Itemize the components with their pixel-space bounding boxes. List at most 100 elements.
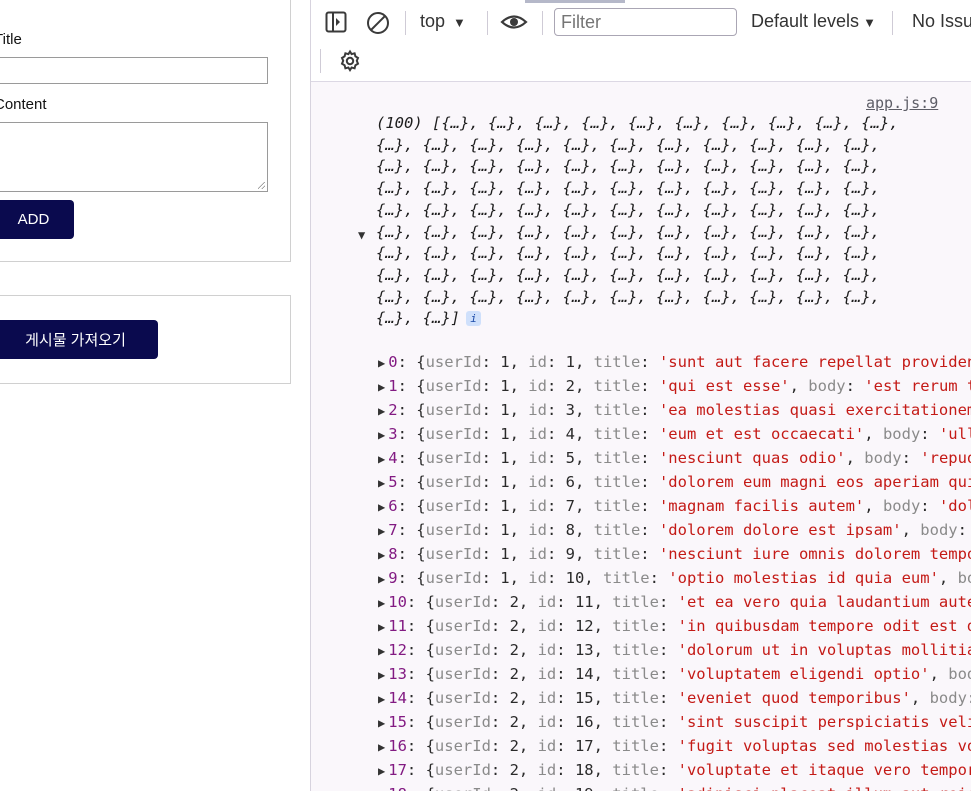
entry-index: 9: [388, 569, 398, 587]
console-entry-row[interactable]: ▶ 14: {userId: 2, id: 15, title: 'eveniet…: [378, 686, 971, 710]
expand-triangle-icon[interactable]: ▶: [378, 524, 385, 538]
value-id: 17: [574, 737, 594, 755]
value-title: 'eveniet quod temporibus': [677, 689, 911, 707]
key-body: body: [920, 521, 958, 539]
punctuation: :: [481, 545, 501, 563]
value-userId: 2: [509, 641, 519, 659]
value-title: 'dolorum ut in voluptas mollitia et saep…: [677, 641, 971, 659]
collapse-triangle-icon[interactable]: ▼: [358, 228, 365, 242]
expand-triangle-icon[interactable]: ▶: [378, 476, 385, 490]
source-link[interactable]: app.js:9: [866, 94, 938, 112]
expand-triangle-icon[interactable]: ▶: [378, 692, 385, 706]
expand-triangle-icon[interactable]: ▶: [378, 452, 385, 466]
console-entry-row[interactable]: ▶ 11: {userId: 2, id: 12, title: 'in quib…: [378, 614, 971, 638]
punctuation: ,: [509, 401, 529, 419]
punctuation: ,: [509, 545, 529, 563]
expand-triangle-icon[interactable]: ▶: [378, 764, 385, 778]
toolbar-separator: [320, 49, 321, 73]
expand-triangle-icon[interactable]: ▶: [378, 716, 385, 730]
console-entry-row[interactable]: ▶ 10: {userId: 2, id: 11, title: 'et ea v…: [378, 590, 971, 614]
key-userId: userId: [435, 785, 491, 791]
title-input[interactable]: [0, 57, 268, 84]
console-entry-row[interactable]: ▶ 16: {userId: 2, id: 17, title: 'fugit v…: [378, 734, 971, 758]
punctuation: ,: [594, 785, 613, 791]
punctuation: ,: [518, 689, 538, 707]
console-entry-row[interactable]: ▶ 8: {userId: 1, id: 9, title: 'nesciunt …: [378, 542, 971, 566]
clear-console-icon[interactable]: [366, 11, 390, 40]
expand-triangle-icon[interactable]: ▶: [378, 668, 385, 682]
console-entry-row[interactable]: ▶ 3: {userId: 1, id: 4, title: 'eum et es…: [378, 422, 971, 446]
content-label: Content: [0, 96, 47, 113]
entry-index: 3: [388, 425, 398, 443]
expand-triangle-icon[interactable]: ▶: [378, 356, 385, 370]
punctuation: :: [658, 641, 678, 659]
console-entry-row[interactable]: ▶ 9: {userId: 1, id: 10, title: 'optio mo…: [378, 566, 971, 590]
expand-triangle-icon[interactable]: ▶: [378, 572, 385, 586]
expand-triangle-icon[interactable]: ▶: [378, 380, 385, 394]
punctuation: :: [546, 353, 566, 371]
entry-index: 15: [388, 713, 407, 731]
punctuation: ,: [574, 497, 594, 515]
sidebar-toggle-icon[interactable]: [325, 11, 347, 38]
expand-triangle-icon[interactable]: ▶: [378, 644, 385, 658]
console-entry-row[interactable]: ▶ 15: {userId: 2, id: 16, title: 'sint su…: [378, 710, 971, 734]
array-summary[interactable]: (100) [{…}, {…}, {…}, {…}, {…}, {…}, {…}…: [376, 113, 921, 330]
expand-triangle-icon[interactable]: ▶: [378, 596, 385, 610]
console-entry-row[interactable]: ▶ 4: {userId: 1, id: 5, title: 'nesciunt …: [378, 446, 971, 470]
punctuation: :: [546, 377, 566, 395]
punctuation: ,: [910, 689, 930, 707]
key-title: title: [602, 569, 650, 587]
console-entry-row[interactable]: ▶ 1: {userId: 1, id: 2, title: 'qui est e…: [378, 374, 971, 398]
console-entry-row[interactable]: ▶ 0: {userId: 1, id: 1, title: 'sunt aut …: [378, 350, 971, 374]
punctuation: : {: [397, 377, 426, 395]
punctuation: : {: [406, 689, 435, 707]
console-output: app.js:9 ▼ (100) [{…}, {…}, {…}, {…}, {……: [311, 82, 971, 791]
punctuation: : {: [406, 737, 435, 755]
add-button[interactable]: ADD: [0, 200, 74, 239]
filter-input[interactable]: [554, 8, 737, 36]
value-userId: 2: [509, 713, 519, 731]
issues-counter[interactable]: No Issues: [912, 11, 971, 32]
console-entry-row[interactable]: ▶ 2: {userId: 1, id: 3, title: 'ea molest…: [378, 398, 971, 422]
fetch-posts-button[interactable]: 게시물 가져오기: [0, 320, 158, 359]
expand-triangle-icon[interactable]: ▶: [378, 428, 385, 442]
console-entry-row[interactable]: ▶ 5: {userId: 1, id: 6, title: 'dolorem e…: [378, 470, 971, 494]
console-entry-row[interactable]: ▶ 13: {userId: 2, id: 14, title: 'volupta…: [378, 662, 971, 686]
expand-triangle-icon[interactable]: ▶: [378, 548, 385, 562]
console-entry-row[interactable]: ▶ 12: {userId: 2, id: 13, title: 'dolorum…: [378, 638, 971, 662]
punctuation: : {: [397, 497, 426, 515]
settings-gear-icon[interactable]: [338, 49, 362, 78]
punctuation: :: [546, 473, 566, 491]
key-id: id: [537, 593, 557, 611]
console-entry-row[interactable]: ▶ 7: {userId: 1, id: 8, title: 'dolorem d…: [378, 518, 971, 542]
entry-index: 2: [388, 401, 398, 419]
resize-grip-icon[interactable]: [258, 182, 265, 189]
entry-index: 8: [388, 545, 398, 563]
console-entry-row[interactable]: ▶18: {userId: 2, id: 19, title: 'adipisc…: [378, 782, 971, 791]
key-title: title: [593, 497, 641, 515]
console-entry-row[interactable]: ▶ 6: {userId: 1, id: 7, title: 'magnam fa…: [378, 494, 971, 518]
expand-triangle-icon[interactable]: ▶: [378, 404, 385, 418]
punctuation: ,: [593, 689, 613, 707]
context-selector[interactable]: top ▼: [420, 11, 466, 32]
info-badge-icon[interactable]: i: [466, 311, 481, 327]
value-userId: 1: [500, 473, 510, 491]
expand-triangle-icon[interactable]: ▶: [378, 620, 385, 634]
punctuation: :: [658, 713, 678, 731]
levels-label: Default levels: [751, 11, 860, 31]
key-id: id: [537, 665, 557, 683]
punctuation: ,: [518, 665, 538, 683]
punctuation: :: [556, 713, 575, 731]
punctuation: :: [640, 545, 659, 563]
expand-triangle-icon[interactable]: ▶: [378, 740, 385, 754]
punctuation: :: [490, 617, 510, 635]
content-textarea[interactable]: [0, 122, 268, 192]
live-expression-eye-icon[interactable]: [500, 11, 528, 38]
punctuation: :: [658, 593, 678, 611]
console-entry-row[interactable]: ▶ 17: {userId: 2, id: 18, title: 'volupta…: [378, 758, 971, 782]
expand-triangle-icon[interactable]: ▶: [378, 500, 385, 514]
punctuation: :: [546, 569, 566, 587]
log-levels-dropdown[interactable]: Default levels ▼: [751, 11, 876, 32]
value-userId: 1: [500, 377, 510, 395]
value-userId: 2: [509, 593, 519, 611]
